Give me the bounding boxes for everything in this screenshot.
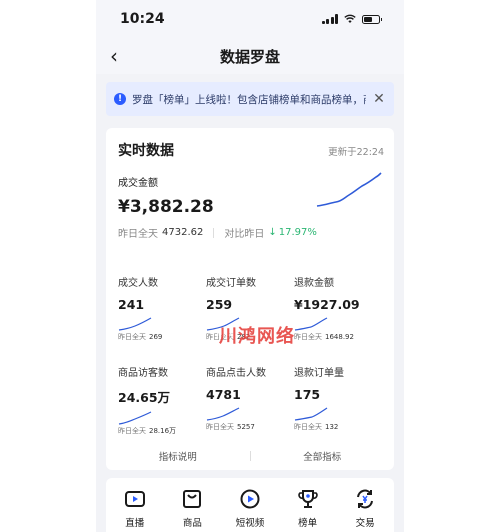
- metric-card[interactable]: 商品点击人数 4781 昨日全天 5257: [206, 364, 294, 454]
- metric-sparkline: [294, 317, 328, 331]
- tab-label: 商品: [182, 518, 202, 529]
- wifi-icon: [344, 14, 356, 23]
- metric-yesterday-value: 5257: [237, 423, 255, 431]
- metric-yesterday-label: 昨日全天: [118, 333, 146, 341]
- metric-yesterday: 昨日全天 282: [206, 332, 294, 342]
- metric-card[interactable]: 成交订单数 259 昨日全天 282: [206, 274, 294, 364]
- nav-header: ‹ 数据罗盘: [96, 38, 404, 74]
- updated-time: 更新于22:24: [328, 147, 384, 158]
- tab-short-video[interactable]: 短视频: [226, 488, 274, 532]
- realtime-card: 实时数据 更新于22:24 成交金额 ¥3,882.28 昨日全天 4732.6…: [106, 128, 394, 470]
- back-arrow-icon[interactable]: ‹: [110, 44, 130, 68]
- signal-icon: [321, 14, 338, 24]
- metric-card[interactable]: 退款金额 ¥1927.09 昨日全天 1648.92: [294, 274, 382, 364]
- metric-yesterday: 昨日全天 132: [294, 422, 382, 432]
- metric-yesterday-value: 282: [237, 333, 251, 341]
- tab-rankings[interactable]: 榜单: [284, 488, 332, 532]
- notice-banner[interactable]: ! 罗盘「榜单」上线啦！包含店铺榜单和商品榜单，商 ✕: [106, 82, 394, 116]
- metric-sparkline: [206, 317, 240, 331]
- metric-yesterday: 昨日全天 269: [118, 332, 206, 342]
- compare-label: 对比昨日: [224, 229, 265, 240]
- metric-card[interactable]: 成交人数 241 昨日全天 269: [118, 274, 206, 364]
- metric-yesterday-label: 昨日全天: [294, 333, 322, 341]
- metric-value: 175: [294, 387, 321, 402]
- metric-yesterday-value: 1648.92: [325, 333, 354, 341]
- trophy-icon: [297, 490, 318, 508]
- compare-value: 17.97%: [278, 227, 317, 238]
- page-title: 数据罗盘: [219, 47, 280, 66]
- metric-value: 259: [206, 297, 233, 312]
- arrow-down-icon: ↓: [268, 227, 277, 238]
- amount-compare-row: 昨日全天 4732.62 对比昨日 ↓ 17.97%: [118, 225, 384, 240]
- metric-yesterday-value: 132: [325, 423, 339, 431]
- metric-yesterday-label: 昨日全天: [118, 427, 146, 435]
- card-footer: 指标说明 全部指标: [106, 442, 394, 470]
- play-circle-icon: [240, 489, 260, 509]
- metric-card[interactable]: 退款订单量 175 昨日全天 132: [294, 364, 382, 454]
- all-metrics-link[interactable]: 全部指标: [251, 449, 395, 463]
- metric-yesterday: 昨日全天 1648.92: [294, 332, 382, 342]
- metric-value: 241: [118, 297, 145, 312]
- tab-label: 榜单: [298, 518, 318, 529]
- product-box-icon: [183, 490, 202, 508]
- metric-yesterday-value: 269: [149, 333, 163, 341]
- metrics-grid: 成交人数 241 昨日全天 269 成交订单数 259 昨日全天 282 退款金额 …: [118, 274, 384, 454]
- yesterday-value: 4732.62: [162, 227, 204, 238]
- status-icons: [321, 14, 382, 24]
- metric-yesterday-label: 昨日全天: [206, 333, 234, 341]
- battery-icon: [362, 14, 382, 24]
- metric-yesterday: 昨日全天 28.16万: [118, 426, 206, 436]
- metric-value: 24.65万: [118, 390, 171, 405]
- notice-text: 罗盘「榜单」上线啦！包含店铺榜单和商品榜单，商: [132, 93, 366, 106]
- metric-yesterday-value: 28.16万: [149, 427, 177, 435]
- info-icon: !: [114, 93, 126, 105]
- metric-yesterday-label: 昨日全天: [206, 423, 234, 431]
- metric-card[interactable]: 商品访客数 24.65万 昨日全天 28.16万: [118, 364, 206, 454]
- live-video-icon: [124, 491, 145, 507]
- status-bar: 10:24: [96, 0, 404, 38]
- metric-sparkline: [206, 407, 240, 421]
- metric-value: ¥1927.09: [294, 297, 360, 312]
- tab-transactions[interactable]: 交易: [341, 488, 389, 532]
- metric-label: 商品访客数: [118, 368, 168, 379]
- metric-yesterday: 昨日全天 5257: [206, 422, 294, 432]
- tab-label: 短视频: [235, 518, 265, 529]
- status-time: 10:24: [120, 11, 165, 27]
- metric-yesterday-label: 昨日全天: [294, 423, 322, 431]
- metric-label: 退款金额: [294, 278, 334, 289]
- metric-sparkline: [118, 411, 152, 425]
- tab-live[interactable]: 直播: [111, 488, 159, 532]
- metric-sparkline: [118, 317, 152, 331]
- close-icon[interactable]: ✕: [372, 91, 386, 107]
- metric-label: 成交人数: [118, 278, 158, 289]
- yesterday-label: 昨日全天: [118, 229, 158, 240]
- metric-value: 4781: [206, 387, 241, 402]
- phone-screen: 10:24 ‹ 数据罗盘 ! 罗盘「榜单」上线啦！包含店铺榜单和商品榜单，商 ✕…: [96, 0, 404, 532]
- tab-products[interactable]: 商品: [168, 488, 216, 532]
- bottom-tab-bar: 直播 商品 短视频 榜单 交易: [106, 478, 394, 532]
- metric-sparkline: [294, 407, 328, 421]
- metric-help-link[interactable]: 指标说明: [106, 449, 250, 463]
- exchange-yuan-icon: [357, 489, 374, 509]
- amount-sparkline: [316, 172, 382, 207]
- metric-label: 商品点击人数: [206, 368, 266, 379]
- divider: [213, 227, 215, 238]
- metric-label: 成交订单数: [206, 278, 256, 289]
- tab-label: 直播: [125, 518, 145, 529]
- tab-label: 交易: [355, 518, 375, 529]
- card-title: 实时数据: [118, 143, 174, 159]
- metric-label: 退款订单量: [294, 368, 344, 379]
